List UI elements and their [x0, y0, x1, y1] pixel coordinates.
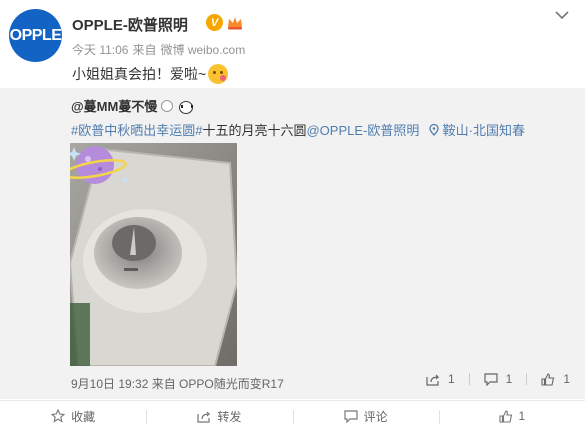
- forward-label: 转发: [217, 409, 242, 424]
- repost-forward-count: 1: [447, 372, 455, 386]
- action-toolbar: 收藏 转发 评论 1: [0, 400, 585, 431]
- repost-block: @蔓MM蔓不慢 #欧普中秋晒出幸运圆#十五的月亮十六圆@OPPLE-欧普照明 鞍…: [0, 88, 585, 399]
- kiss-emoji-icon: [208, 64, 229, 84]
- location-icon: [429, 124, 439, 136]
- panda-icon: [177, 99, 194, 114]
- repost-comment-count: 1: [505, 372, 513, 386]
- repost-actions: 1 1 1: [412, 372, 570, 386]
- post-text-content: 小姐姐真会拍！爱啦~: [72, 66, 207, 82]
- post-meta: 今天 11:06 来自 微博 weibo.com: [72, 41, 249, 58]
- like-count: 1: [518, 409, 526, 423]
- share-icon: [426, 374, 440, 386]
- star-icon: [51, 409, 66, 423]
- post-source[interactable]: 微博 weibo.com: [161, 43, 246, 57]
- repost-like-count: 1: [563, 372, 570, 386]
- repost-username[interactable]: @蔓MM蔓不慢: [71, 96, 157, 115]
- favorite-label: 收藏: [71, 409, 96, 424]
- repost-text-content: 十五的月亮十六圆: [202, 123, 307, 138]
- chevron-down-icon[interactable]: [555, 10, 569, 20]
- medal-icon: [161, 99, 174, 112]
- like-button[interactable]: 1: [438, 401, 585, 431]
- comment-button[interactable]: 评论: [292, 401, 439, 431]
- comment-icon: [484, 372, 498, 386]
- post-photo[interactable]: [70, 143, 237, 366]
- post-text: 小姐姐真会拍！爱啦~: [72, 64, 229, 84]
- vip-crown-icon[interactable]: [226, 14, 244, 31]
- post-time[interactable]: 今天 11:06: [72, 43, 128, 57]
- repost-text: #欧普中秋晒出幸运圆#十五的月亮十六圆@OPPLE-欧普照明 鞍山·北国知春: [71, 120, 525, 139]
- post-source-prefix: 来自: [132, 43, 157, 57]
- hashtag-link[interactable]: #欧普中秋晒出幸运圆#: [71, 123, 202, 138]
- verified-icon: V: [206, 14, 223, 31]
- share-icon: [197, 411, 211, 423]
- favorite-button[interactable]: 收藏: [0, 401, 146, 431]
- comment-icon: [344, 409, 358, 423]
- avatar[interactable]: OPPLE: [9, 9, 62, 62]
- divider: [468, 373, 470, 385]
- repost-user: @蔓MM蔓不慢: [71, 96, 194, 115]
- divider: [526, 373, 528, 385]
- toilet-photo-image: [70, 143, 237, 366]
- repost-meta: 9月10日 19:32 来自 OPPO随光而变R17: [71, 377, 284, 391]
- repost-forward-button[interactable]: 1: [426, 372, 455, 386]
- mention-link[interactable]: @OPPLE-欧普照明: [306, 123, 419, 138]
- repost-comment-button[interactable]: 1: [484, 372, 513, 386]
- thumbs-up-icon: [498, 409, 512, 423]
- thumbs-up-icon: [541, 372, 555, 386]
- location-link[interactable]: 鞍山·北国知春: [443, 123, 525, 138]
- weibo-post-card: OPPLE OPPLE-欧普照明 V 今天 11:06 来自 微博 weibo.co…: [0, 0, 585, 431]
- username[interactable]: OPPLE-欧普照明: [72, 14, 188, 35]
- repost-like-button[interactable]: 1: [541, 372, 570, 386]
- comment-label: 评论: [363, 409, 388, 424]
- forward-button[interactable]: 转发: [146, 401, 292, 431]
